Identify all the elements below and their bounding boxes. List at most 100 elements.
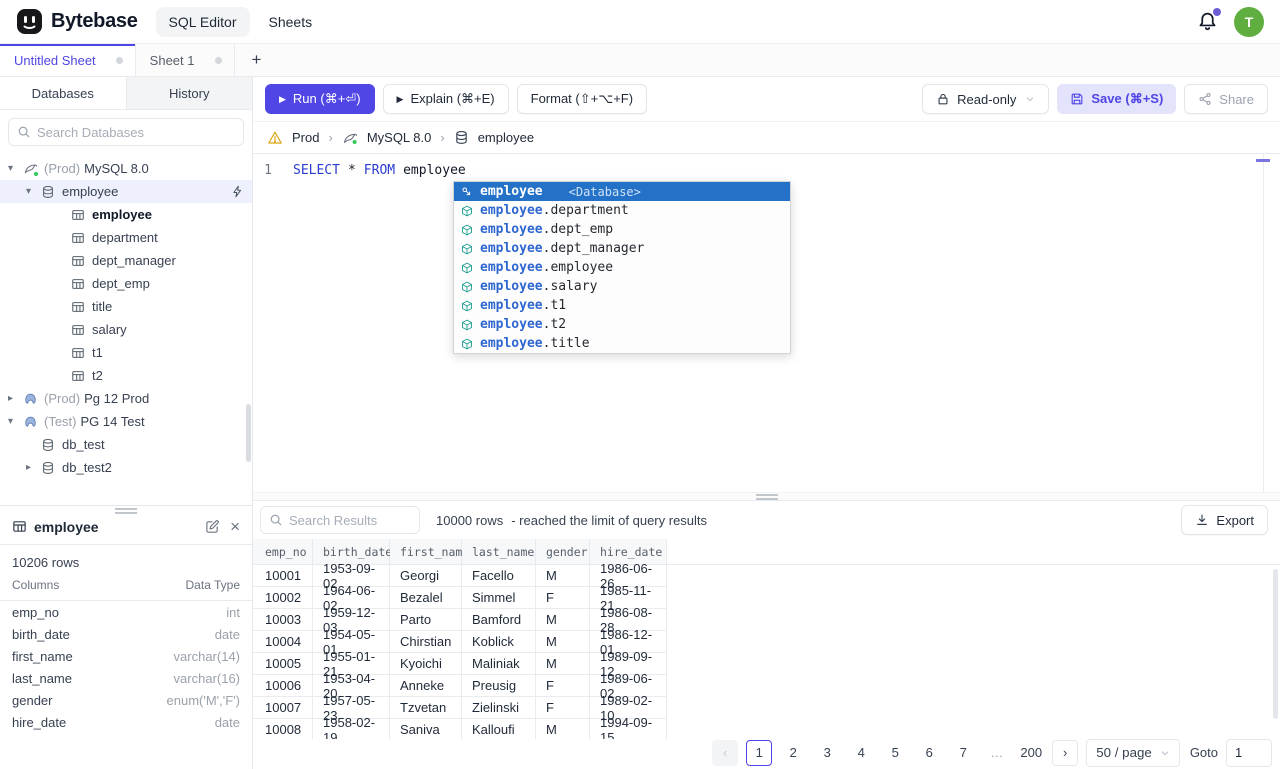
cell-last-name[interactable]: Bamford bbox=[462, 609, 536, 631]
column-header[interactable]: first_name bbox=[390, 539, 469, 564]
page-size-select[interactable]: 50 / page bbox=[1086, 738, 1180, 767]
cell-gender[interactable]: F bbox=[536, 587, 590, 609]
cell-first-name[interactable]: Kyoichi bbox=[390, 653, 462, 675]
cell-emp-no[interactable]: 10008 bbox=[253, 719, 313, 739]
cell-emp-no[interactable]: 10002 bbox=[253, 587, 313, 609]
tree-item[interactable]: (Test) PG 14 Test bbox=[0, 410, 252, 433]
cell-gender[interactable]: F bbox=[536, 675, 590, 697]
column-header[interactable]: emp_no bbox=[253, 539, 313, 564]
sidebar-tab[interactable]: History bbox=[125, 77, 252, 109]
cell-gender[interactable]: M bbox=[536, 631, 590, 653]
page-button[interactable]: 4 bbox=[848, 740, 874, 766]
tree-item[interactable]: title bbox=[0, 295, 252, 318]
tree-caret-icon[interactable] bbox=[8, 393, 22, 404]
add-sheet-button[interactable]: + bbox=[235, 44, 279, 76]
cell-first-name[interactable]: Anneke bbox=[390, 675, 462, 697]
panel-resize-grip[interactable] bbox=[115, 508, 137, 514]
tree-caret-icon[interactable] bbox=[26, 462, 40, 473]
page-button[interactable]: 1 bbox=[746, 739, 773, 766]
goto-page-input[interactable] bbox=[1226, 738, 1272, 767]
breadcrumb-instance[interactable]: MySQL 8.0 bbox=[367, 130, 432, 145]
cell-gender[interactable]: M bbox=[536, 565, 590, 587]
tree-item[interactable]: (Prod) Pg 12 Prod bbox=[0, 387, 252, 410]
cell-first-name[interactable]: Chirstian bbox=[390, 631, 462, 653]
tree-item[interactable]: db_test2 bbox=[0, 456, 252, 479]
cell-first-name[interactable]: Saniva bbox=[390, 719, 462, 739]
page-button[interactable]: 5 bbox=[882, 740, 908, 766]
cell-last-name[interactable]: Koblick bbox=[462, 631, 536, 653]
cell-last-name[interactable]: Facello bbox=[462, 565, 536, 587]
page-button[interactable]: › bbox=[1052, 739, 1079, 766]
autocomplete-item[interactable]: employee .t1 bbox=[454, 296, 790, 315]
results-search-input[interactable] bbox=[289, 512, 411, 528]
cell-emp-no[interactable]: 10006 bbox=[253, 675, 313, 697]
autocomplete-item[interactable]: employee .department bbox=[454, 201, 790, 220]
run-button[interactable]: ▶ Run (⌘+⏎) bbox=[265, 84, 375, 114]
tree-caret-icon[interactable] bbox=[8, 163, 22, 174]
tree-caret-icon[interactable] bbox=[8, 416, 22, 427]
cell-last-name[interactable]: Simmel bbox=[462, 587, 536, 609]
cell-emp-no[interactable]: 10003 bbox=[253, 609, 313, 631]
cell-birth-date[interactable]: 1958-02-19 bbox=[313, 715, 390, 739]
format-button[interactable]: Format (⇧+⌥+F) bbox=[516, 84, 648, 114]
tree-item[interactable]: employee bbox=[0, 203, 252, 226]
column-header[interactable]: last_name bbox=[462, 539, 536, 564]
sidebar-scrollbar[interactable] bbox=[246, 404, 251, 462]
page-button[interactable]: … bbox=[984, 740, 1010, 766]
cell-emp-no[interactable]: 10001 bbox=[253, 565, 313, 587]
explain-button[interactable]: ▶ Explain (⌘+E) bbox=[382, 84, 509, 114]
column-header[interactable]: gender bbox=[536, 539, 590, 564]
autocomplete-item[interactable]: employee .t2 bbox=[454, 315, 790, 334]
cell-gender[interactable]: M bbox=[536, 719, 590, 739]
page-button[interactable]: 7 bbox=[950, 740, 976, 766]
sidebar-tab[interactable]: Databases bbox=[0, 77, 126, 109]
nav-sheets[interactable]: Sheets bbox=[256, 7, 326, 37]
cell-emp-no[interactable]: 10007 bbox=[253, 697, 313, 719]
page-button[interactable]: 200 bbox=[1018, 740, 1044, 766]
bytebase-logo[interactable] bbox=[16, 8, 43, 35]
tree-item[interactable]: dept_emp bbox=[0, 272, 252, 295]
cell-last-name[interactable]: Zielinski bbox=[462, 697, 536, 719]
results-resize-grip[interactable] bbox=[253, 492, 1280, 501]
breadcrumb-environment[interactable]: Prod bbox=[292, 130, 319, 145]
cell-emp-no[interactable]: 10005 bbox=[253, 653, 313, 675]
sheet-tab[interactable]: Untitled Sheet bbox=[0, 44, 136, 76]
tree-item[interactable]: (Prod) MySQL 8.0 bbox=[0, 157, 252, 180]
avatar[interactable]: T bbox=[1234, 6, 1264, 37]
results-scrollbar[interactable] bbox=[1273, 569, 1278, 719]
quick-query-bolt-icon[interactable] bbox=[231, 185, 244, 198]
cell-first-name[interactable]: Parto bbox=[390, 609, 462, 631]
edit-schema-icon[interactable] bbox=[205, 519, 220, 534]
autocomplete-item[interactable]: employee .dept_manager bbox=[454, 239, 790, 258]
cell-gender[interactable]: M bbox=[536, 609, 590, 631]
cell-emp-no[interactable]: 10004 bbox=[253, 631, 313, 653]
cell-first-name[interactable]: Bezalel bbox=[390, 587, 462, 609]
tree-item[interactable]: db_test bbox=[0, 433, 252, 456]
cell-last-name[interactable]: Preusig bbox=[462, 675, 536, 697]
tree-item[interactable]: department bbox=[0, 226, 252, 249]
page-button[interactable]: 3 bbox=[814, 740, 840, 766]
save-button[interactable]: Save (⌘+S) bbox=[1057, 84, 1177, 114]
cell-hire-date[interactable]: 1994-09-15 bbox=[590, 715, 667, 739]
tree-item[interactable]: dept_manager bbox=[0, 249, 252, 272]
cell-last-name[interactable]: Maliniak bbox=[462, 653, 536, 675]
autocomplete-item[interactable]: employee <Database> bbox=[454, 182, 790, 201]
nav-sql-editor[interactable]: SQL Editor bbox=[155, 6, 250, 37]
sheet-tab[interactable]: Sheet 1 bbox=[136, 44, 235, 76]
cell-gender[interactable]: M bbox=[536, 653, 590, 675]
notifications-bell-icon[interactable] bbox=[1197, 8, 1221, 32]
tree-item[interactable]: t2 bbox=[0, 364, 252, 387]
cell-gender[interactable]: F bbox=[536, 697, 590, 719]
autocomplete-item[interactable]: employee .salary bbox=[454, 277, 790, 296]
breadcrumb-database[interactable]: employee bbox=[478, 130, 534, 145]
tree-caret-icon[interactable] bbox=[26, 186, 40, 197]
autocomplete-item[interactable]: employee .dept_emp bbox=[454, 220, 790, 239]
share-button[interactable]: Share bbox=[1184, 84, 1268, 114]
autocomplete-item[interactable]: employee .employee bbox=[454, 258, 790, 277]
cell-first-name[interactable]: Georgi bbox=[390, 565, 462, 587]
cell-last-name[interactable]: Kalloufi bbox=[462, 719, 536, 739]
tree-item[interactable]: salary bbox=[0, 318, 252, 341]
tree-item[interactable]: employee bbox=[0, 180, 252, 203]
database-search-input[interactable] bbox=[37, 124, 235, 140]
sql-editor[interactable]: 1 SELECT * FROM employee employee <Datab… bbox=[253, 154, 1280, 492]
